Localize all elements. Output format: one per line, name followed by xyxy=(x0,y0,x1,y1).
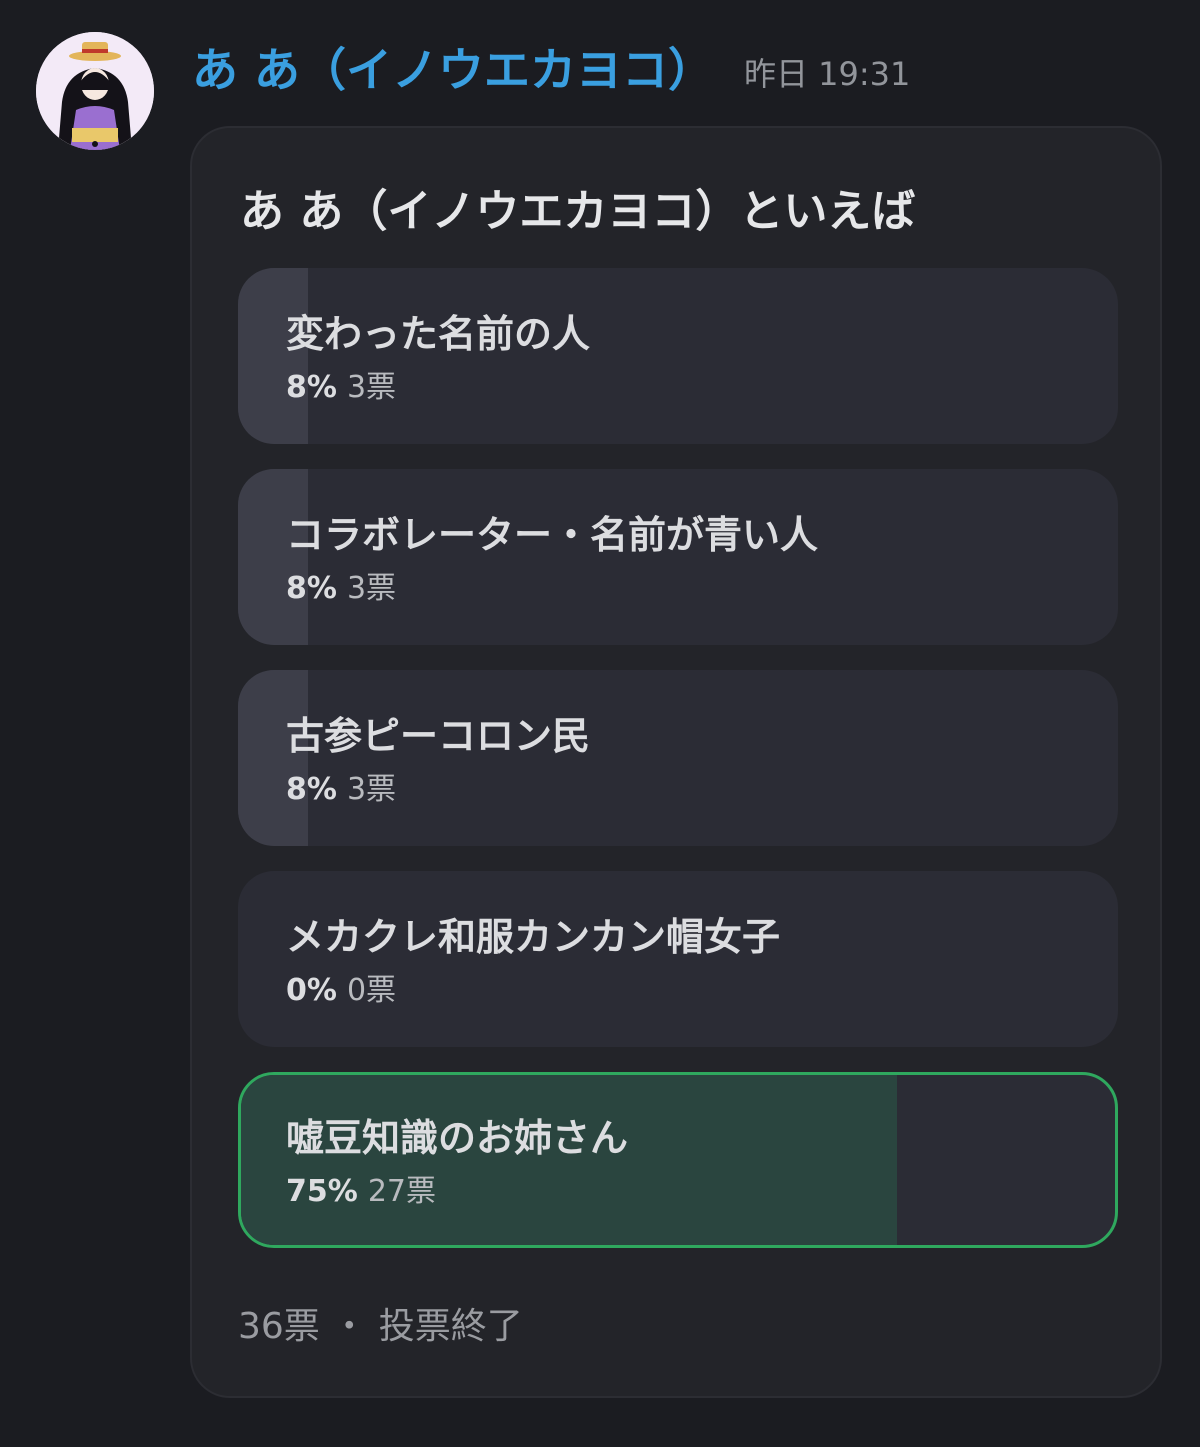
poll-answer-percent: 0% xyxy=(286,973,337,1008)
poll-answer-percent: 8% xyxy=(286,370,337,405)
poll-question: あ あ（イノウエカヨコ）といえば xyxy=(240,186,916,237)
poll-answer-stats: 8% 3票 xyxy=(286,567,396,615)
poll-answer-label: メカクレ和服カンカン帽女子 xyxy=(286,915,781,959)
poll-answers: 変わった名前の人 8% 3票 コラボレーター・名前が青い人 8% 3票 古参ピーコロ… xyxy=(238,268,1118,1273)
poll-answer-percent: 75% xyxy=(286,1174,358,1209)
poll-answer-5-winner[interactable]: 嘘豆知識のお姉さん 75% 27票 xyxy=(238,1072,1118,1248)
user-avatar[interactable] xyxy=(36,32,154,150)
poll-answer-stats: 8% 3票 xyxy=(286,366,396,414)
poll-answer-votes: 27票 xyxy=(367,1174,436,1209)
poll-answer-votes: 0票 xyxy=(346,973,397,1008)
message-timestamp: 昨日 19:31 xyxy=(744,55,911,93)
poll-answer-label: 変わった名前の人 xyxy=(286,312,591,356)
poll-footer-status: 36票 ・ 投票終了 xyxy=(238,1306,523,1347)
poll-answer-stats: 75% 27票 xyxy=(286,1170,436,1218)
poll-answer-percent: 8% xyxy=(286,571,337,606)
poll-answer-percent: 8% xyxy=(286,772,337,807)
poll-answer-label: コラボレーター・名前が青い人 xyxy=(286,513,819,557)
poll-answer-1[interactable]: 変わった名前の人 8% 3票 xyxy=(238,268,1118,444)
poll-answer-label: 古参ピーコロン民 xyxy=(286,714,591,758)
poll-answer-stats: 0% 0票 xyxy=(286,969,396,1017)
poll-card: あ あ（イノウエカヨコ）といえば 変わった名前の人 8% 3票 コラボレーター・名… xyxy=(190,126,1162,1398)
poll-answer-label: 嘘豆知識のお姉さん xyxy=(286,1116,629,1160)
poll-answer-4[interactable]: メカクレ和服カンカン帽女子 0% 0票 xyxy=(238,871,1118,1047)
poll-answer-stats: 8% 3票 xyxy=(286,768,396,816)
poll-answer-2[interactable]: コラボレーター・名前が青い人 8% 3票 xyxy=(238,469,1118,645)
poll-answer-votes: 3票 xyxy=(346,772,397,807)
poll-answer-3[interactable]: 古参ピーコロン民 8% 3票 xyxy=(238,670,1118,846)
poll-answer-votes: 3票 xyxy=(346,571,397,606)
poll-answer-votes: 3票 xyxy=(346,370,397,405)
message-author[interactable]: あ あ（イノウエカヨコ） xyxy=(192,38,714,102)
user-avatar-icon xyxy=(36,32,154,150)
